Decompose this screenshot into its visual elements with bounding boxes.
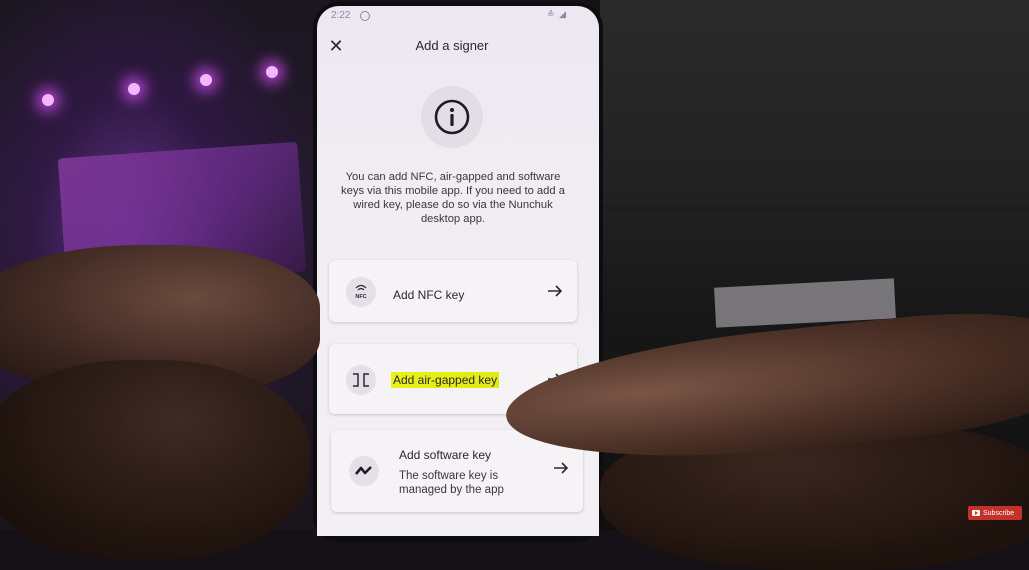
arrow-right-icon	[548, 285, 563, 297]
air-gapped-icon	[346, 365, 376, 395]
led-light	[128, 83, 140, 95]
software-key-description: The software key is managed by the app	[399, 470, 504, 496]
youtube-icon	[972, 510, 980, 516]
add-air-gapped-key-label: Add air-gapped key	[391, 372, 500, 388]
phone-screen: 2:22 ≙ ◢ ✕ Add a signer You can add NFC,…	[317, 6, 599, 536]
left-hand	[0, 360, 310, 560]
led-light	[266, 66, 278, 78]
status-time: 2:22	[331, 10, 351, 21]
header: ✕ Add a signer	[317, 32, 599, 60]
led-light	[42, 94, 54, 106]
info-description: You can add NFC, air-gapped and software…	[341, 171, 565, 225]
subscribe-label: Subscribe	[983, 509, 1015, 517]
nfc-icon: NFC	[346, 277, 376, 307]
signal-icons: ≙ ◢	[547, 9, 567, 19]
info-icon	[434, 99, 470, 135]
subscribe-button[interactable]: Subscribe	[968, 506, 1022, 520]
software-key-icon	[349, 456, 379, 486]
desk-edge	[600, 205, 1029, 213]
arrow-right-icon	[554, 462, 569, 474]
status-indicator-icon	[360, 11, 370, 21]
nfc-icon-text: NFC	[355, 294, 366, 300]
info-badge	[421, 86, 483, 148]
add-software-key-label: Add software key	[399, 448, 492, 462]
add-nfc-key-option[interactable]: NFC Add NFC key	[329, 260, 577, 322]
add-nfc-key-label: Add NFC key	[393, 288, 465, 302]
led-light	[200, 74, 212, 86]
status-bar: 2:22 ≙ ◢	[317, 8, 599, 26]
page-title: Add a signer	[415, 38, 489, 53]
